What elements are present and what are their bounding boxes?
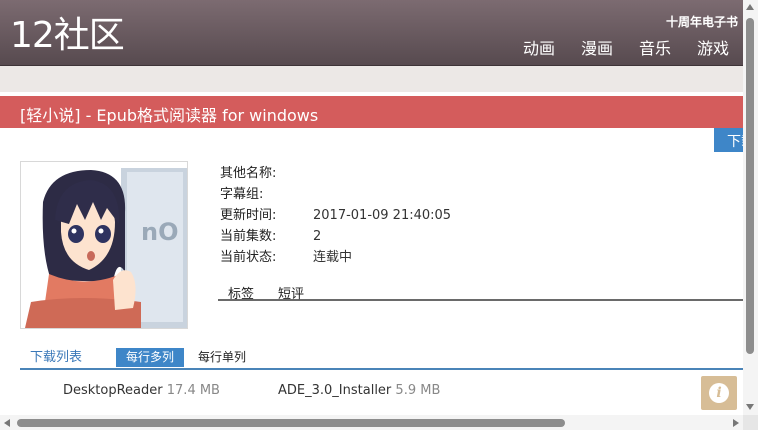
tab-short-reviews[interactable]: 短评 xyxy=(278,283,304,302)
meta-value: 连载中 xyxy=(313,250,353,265)
meta-row: 当前集数: 2 xyxy=(220,226,451,247)
header-band xyxy=(0,66,743,92)
info-button[interactable]: i xyxy=(701,376,737,410)
site-logo[interactable]: 12社区 xyxy=(10,16,125,56)
meta-key: 更新时间: xyxy=(220,208,277,223)
scroll-up-icon[interactable] xyxy=(746,4,754,10)
nav-anime[interactable]: 动画 xyxy=(523,38,555,60)
file-item[interactable]: ADE_3.0_Installer 5.9 MB xyxy=(278,383,440,398)
page-title: [轻小说] - Epub格式阅读器 for windows xyxy=(20,106,319,125)
file-size: 17.4 MB xyxy=(166,383,220,398)
meta-value: 2 xyxy=(313,229,322,244)
single-column-toggle[interactable]: 每行单列 xyxy=(198,348,246,367)
metadata-list: 其他名称: 字幕组: 更新时间: 2017-01-09 21:40:05 当前集… xyxy=(220,163,451,268)
file-name[interactable]: DesktopReader xyxy=(63,383,163,398)
horizontal-scrollbar[interactable] xyxy=(0,415,743,430)
detail-tabs: 标签 短评 xyxy=(218,281,743,302)
nav-comics[interactable]: 漫画 xyxy=(581,38,613,60)
nav-games[interactable]: 游戏 xyxy=(697,38,729,60)
meta-key: 当前状态: xyxy=(220,250,277,265)
nav-music[interactable]: 音乐 xyxy=(639,38,671,60)
meta-row: 当前状态: 连载中 xyxy=(220,247,451,268)
meta-value: 2017-01-09 21:40:05 xyxy=(313,208,452,223)
main-nav: 动画 漫画 音乐 游戏 xyxy=(523,38,729,60)
download-list-tabs: 下载列表 每行多列 每行单列 xyxy=(20,348,743,370)
scroll-down-icon[interactable] xyxy=(746,404,754,410)
meta-row: 其他名称: xyxy=(220,163,451,184)
meta-key: 其他名称: xyxy=(220,166,277,181)
cover-image: nO xyxy=(20,161,188,329)
tab-tags[interactable]: 标签 xyxy=(228,283,254,302)
file-size: 5.9 MB xyxy=(395,383,441,398)
download-list-label: 下载列表 xyxy=(30,350,83,365)
multi-column-toggle[interactable]: 每行多列 xyxy=(116,348,184,367)
meta-row: 更新时间: 2017-01-09 21:40:05 xyxy=(220,205,451,226)
title-bar: [轻小说] - Epub格式阅读器 for windows xyxy=(0,96,743,128)
scrollbar-corner xyxy=(743,415,758,430)
vertical-scroll-thumb[interactable] xyxy=(746,18,754,354)
file-name[interactable]: ADE_3.0_Installer xyxy=(278,383,391,398)
meta-row: 字幕组: xyxy=(220,184,451,205)
horizontal-scroll-thumb[interactable] xyxy=(17,419,565,427)
anniversary-ebook-link[interactable]: 十周年电子书 xyxy=(666,13,738,30)
file-item[interactable]: DesktopReader 17.4 MB xyxy=(63,383,220,398)
vertical-scrollbar[interactable] xyxy=(743,0,758,415)
site-header: 12社区 十周年电子书 动画 漫画 音乐 游戏 xyxy=(0,0,743,66)
scroll-right-icon[interactable] xyxy=(733,419,739,427)
svg-text:nO: nO xyxy=(141,218,179,246)
scroll-left-icon[interactable] xyxy=(4,419,10,427)
meta-key: 当前集数: xyxy=(220,229,277,244)
download-tab[interactable]: 下载 xyxy=(714,128,743,152)
info-icon: i xyxy=(709,383,729,403)
meta-key: 字幕组: xyxy=(220,187,264,202)
anime-girl-illustration: nO xyxy=(21,162,187,328)
